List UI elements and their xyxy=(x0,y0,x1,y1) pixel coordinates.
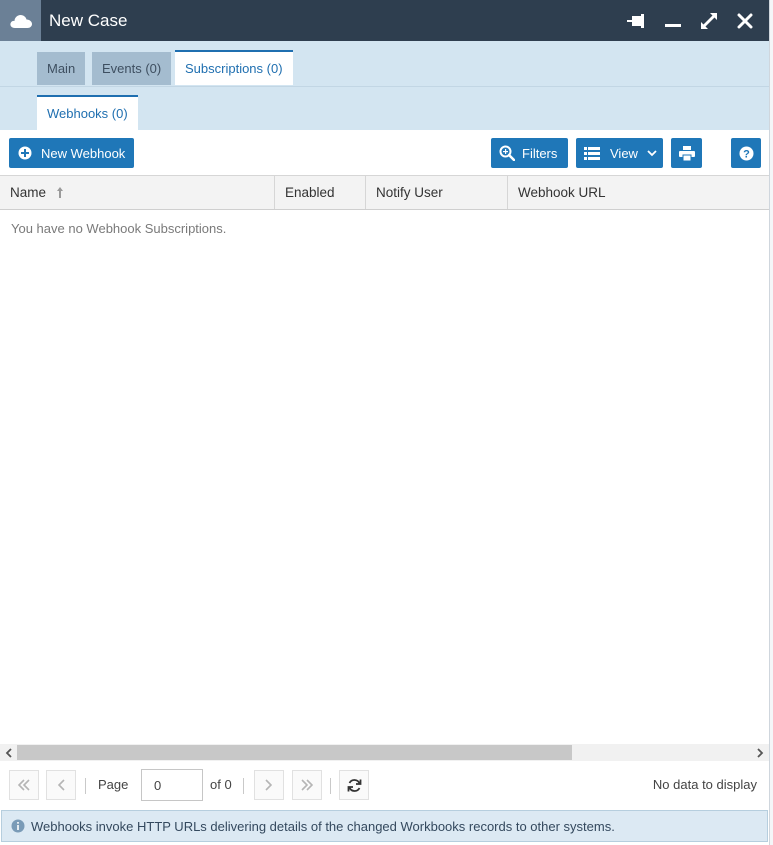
next-page-button[interactable] xyxy=(254,770,284,800)
tab-events[interactable]: Events (0) xyxy=(92,52,172,85)
column-header-enabled[interactable]: Enabled xyxy=(275,176,366,209)
new-webhook-button[interactable]: New Webhook xyxy=(9,138,134,168)
page-number-input[interactable] xyxy=(141,769,203,801)
sort-up-arrow-icon xyxy=(56,187,63,198)
maximize-button[interactable] xyxy=(696,8,722,34)
refresh-button[interactable] xyxy=(339,770,369,800)
tab-main[interactable]: Main xyxy=(37,52,86,85)
pager-separator xyxy=(243,778,244,794)
pin-button[interactable] xyxy=(624,8,650,34)
minimize-icon xyxy=(665,24,681,27)
page-count-label: of 0 xyxy=(210,777,232,792)
pager-separator xyxy=(330,778,331,794)
close-button[interactable] xyxy=(732,8,758,34)
new-case-window: New Case Main Events (0) Subscriptions (… xyxy=(0,0,770,845)
pager: Page of 0 No data to display xyxy=(0,762,769,810)
chevron-right-icon xyxy=(265,779,273,791)
window-edge xyxy=(769,0,773,845)
grid-header: Name Enabled Notify User Webhook URL xyxy=(0,175,769,210)
horizontal-scrollbar[interactable] xyxy=(0,744,769,761)
view-button[interactable]: View xyxy=(576,138,663,168)
page-label: Page xyxy=(98,777,129,792)
close-icon xyxy=(737,13,753,29)
scrollbar-thumb[interactable] xyxy=(17,745,572,760)
info-bar: Webhooks invoke HTTP URLs delivering det… xyxy=(1,810,768,842)
info-message: Webhooks invoke HTTP URLs delivering det… xyxy=(31,818,615,834)
print-button[interactable] xyxy=(671,138,702,168)
window-title: New Case xyxy=(49,11,128,30)
chevron-left-icon xyxy=(5,747,12,758)
last-page-button[interactable] xyxy=(292,770,322,800)
expand-icon xyxy=(701,13,717,29)
add-circle-icon xyxy=(18,146,32,160)
tab-webhooks[interactable]: Webhooks (0) xyxy=(37,95,138,130)
previous-page-button[interactable] xyxy=(46,770,76,800)
main-tab-bar: Main Events (0) Subscriptions (0) xyxy=(0,41,769,87)
chevron-right-icon xyxy=(757,747,764,758)
chevron-left-icon xyxy=(57,779,65,791)
column-header-webhook-url[interactable]: Webhook URL xyxy=(508,176,769,209)
title-bar: New Case xyxy=(0,0,769,41)
cloud-icon xyxy=(0,0,41,41)
column-name-label: Name xyxy=(10,185,47,200)
pin-icon xyxy=(627,14,644,28)
minimize-button[interactable] xyxy=(660,8,686,34)
sub-tab-bar: Webhooks (0) xyxy=(0,87,769,130)
filters-button[interactable]: Filters xyxy=(491,138,568,168)
svg-text:?: ? xyxy=(743,148,750,160)
list-icon xyxy=(584,146,600,160)
chevron-down-icon xyxy=(647,149,657,156)
column-header-name[interactable]: Name xyxy=(0,176,275,209)
column-header-notify-user[interactable]: Notify User xyxy=(366,176,508,209)
filters-label: Filters xyxy=(522,145,558,161)
pager-status: No data to display xyxy=(652,777,757,792)
print-icon xyxy=(678,145,695,161)
view-label: View xyxy=(610,145,638,161)
info-icon xyxy=(11,819,25,833)
pager-separator xyxy=(85,778,86,794)
new-webhook-label: New Webhook xyxy=(41,145,126,161)
zoom-search-icon xyxy=(499,145,515,161)
help-button[interactable]: ? xyxy=(731,138,761,168)
first-page-button[interactable] xyxy=(9,770,39,800)
double-chevron-right-icon xyxy=(301,779,314,791)
scroll-left-button[interactable] xyxy=(0,744,17,761)
scroll-right-button[interactable] xyxy=(752,744,769,761)
refresh-icon xyxy=(347,778,361,792)
empty-grid-message: You have no Webhook Subscriptions. xyxy=(11,221,227,236)
double-chevron-left-icon xyxy=(17,779,30,791)
tab-subscriptions[interactable]: Subscriptions (0) xyxy=(175,50,293,85)
help-icon: ? xyxy=(739,146,753,160)
